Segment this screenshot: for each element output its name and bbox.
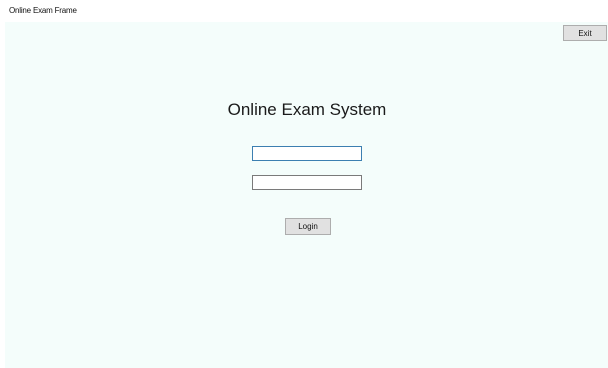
password-field[interactable] [252,175,362,190]
exit-button[interactable]: Exit [563,25,607,41]
login-panel [5,22,608,368]
title-bar: Online Exam Frame [0,0,608,22]
username-field[interactable] [252,146,362,161]
page-title: Online Exam System [227,100,387,119]
app-window: Online Exam Frame Exit Online Exam Syste… [0,0,608,368]
login-button[interactable]: Login [285,218,331,235]
window-title: Online Exam Frame [9,6,77,15]
